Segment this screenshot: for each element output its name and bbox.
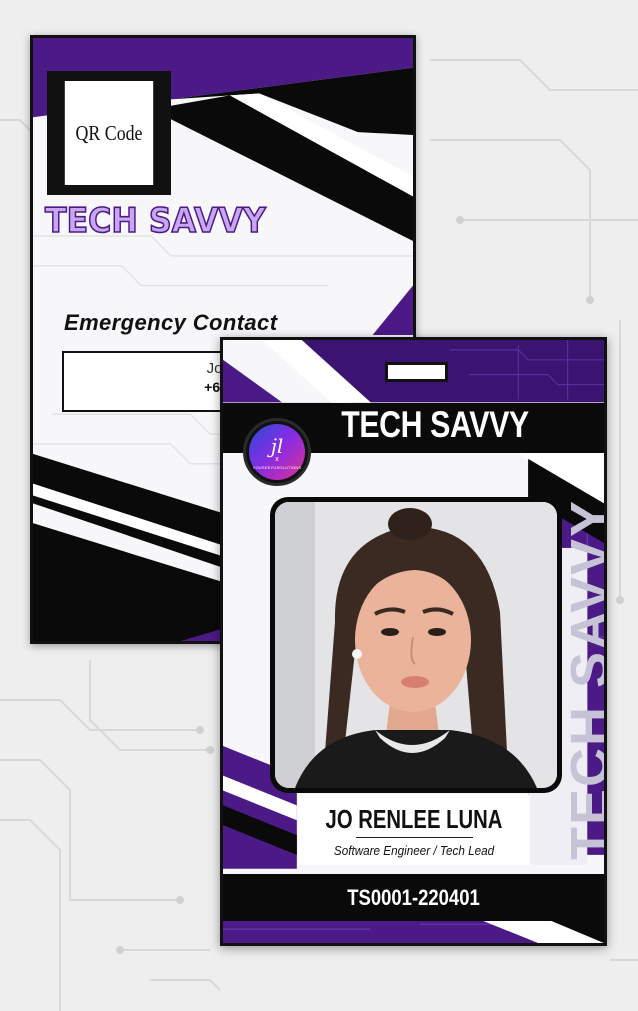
employee-id-number: TS0001-220401 <box>347 885 480 910</box>
name-underline <box>356 837 473 838</box>
logo-subtext: YOUSEEYUSOLUTIONS <box>252 465 302 470</box>
employee-name: JO RENLEE LUNA <box>325 804 503 834</box>
front-id-card: TECH SAVVY jl x YOUSEEYUSOLUTIONS TECH S… <box>220 337 607 946</box>
logo-mark: jl <box>270 434 284 458</box>
qr-code-label: QR Code <box>64 81 154 185</box>
photo-frame <box>270 497 562 793</box>
front-card-title: TECH SAVVY <box>341 404 529 445</box>
logo-gradient: jl x YOUSEEYUSOLUTIONS <box>249 424 305 480</box>
name-panel: JO RENLEE LUNA Software Engineer / Tech … <box>298 795 530 865</box>
vertical-brand-text: TECH SAVVY <box>560 498 607 860</box>
logo-x: x <box>275 456 279 463</box>
back-card-title: TECH SAVVY <box>44 200 266 242</box>
profile-photo <box>275 502 557 788</box>
portrait-illustration <box>275 502 557 788</box>
company-logo: jl x YOUSEEYUSOLUTIONS <box>243 418 311 486</box>
qr-code-placeholder: QR Code <box>47 71 171 195</box>
emergency-contact-heading: Emergency Contact <box>64 310 278 335</box>
lanyard-slot <box>385 362 448 382</box>
employee-role: Software Engineer / Tech Lead <box>333 843 495 858</box>
